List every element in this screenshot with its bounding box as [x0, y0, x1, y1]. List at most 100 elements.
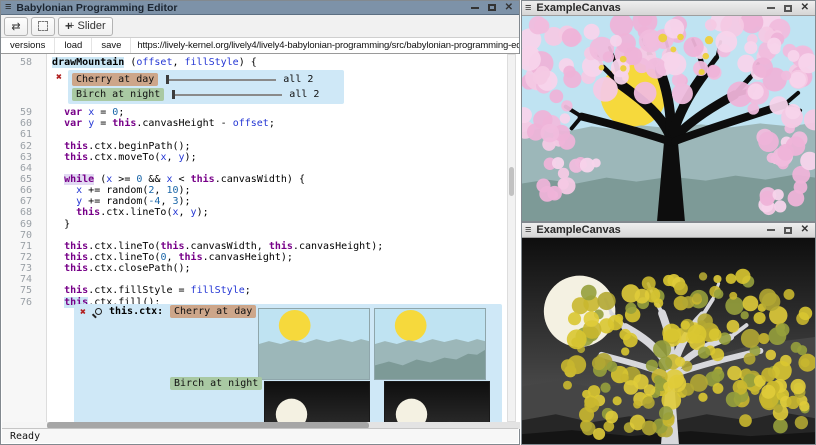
slider-value: all 2 [289, 89, 319, 100]
main-window-title: Babylonian Programming Editor [16, 2, 177, 14]
menu-icon[interactable]: ≡ [525, 224, 531, 237]
minimize-icon[interactable] [767, 7, 775, 9]
maximize-icon[interactable] [488, 4, 496, 11]
line-number: 60 [2, 118, 40, 129]
code-line-63[interactable]: 63 this.ctx.moveTo(x, y); [2, 152, 506, 163]
code-line-73[interactable]: 73 this.ctx.closePath(); [2, 263, 506, 274]
code-line-71[interactable]: 71 this.ctx.lineTo(this.canvasWidth, thi… [2, 241, 506, 252]
line-number: 68 [2, 207, 40, 218]
line-number: 75 [2, 285, 40, 296]
line-number: 66 [2, 185, 40, 196]
code-text: this.ctx.moveTo(x, y); [40, 152, 197, 163]
canvas-scene-cherry-day [522, 16, 815, 221]
line-number: 69 [2, 219, 40, 230]
canvas2-titlebar[interactable]: ≡ ExampleCanvas ✕ [522, 223, 815, 238]
code-line-69[interactable]: 69 } [2, 219, 506, 230]
line-number: 58 [2, 57, 40, 68]
code-text: this.ctx.lineTo(x, y); [40, 207, 209, 218]
line-number: 67 [2, 196, 40, 207]
code-text: while (x >= 0 && x < this.canvasWidth) { [40, 174, 305, 185]
selection-frame-icon [38, 21, 48, 31]
code-line-70[interactable]: 70 [2, 230, 506, 241]
code-line-72[interactable]: 72 this.ctx.lineTo(0, this.canvasHeight)… [2, 252, 506, 263]
line-number: 70 [2, 230, 40, 241]
remove-examples-icon[interactable]: ✖ [56, 72, 62, 83]
editor-toolbar: ⇄ ++ Slider [1, 15, 519, 38]
code-text: x += random(2, 10); [40, 185, 191, 196]
code-text: drawMountain (offset, fillStyle) { [40, 57, 257, 68]
probe-chip-cherry[interactable]: Cherry at day [170, 305, 256, 318]
code-line-75[interactable]: 75 this.ctx.fillStyle = fillStyle; [2, 285, 506, 296]
menu-icon[interactable]: ≡ [5, 1, 11, 14]
close-icon[interactable]: ✕ [801, 225, 809, 235]
code-line-64[interactable]: 64 [2, 163, 506, 174]
example-canvas-window-1: ≡ ExampleCanvas ✕ [521, 0, 816, 222]
remove-probe-icon[interactable]: ✖ [80, 307, 86, 318]
versions-button[interactable]: versions [1, 38, 55, 53]
example-slider[interactable] [172, 90, 282, 99]
probe-chip-birch[interactable]: Birch at night [170, 377, 262, 390]
probe-thumbnail-night-1[interactable] [264, 381, 370, 422]
line-number: 61 [2, 129, 40, 140]
line-number: 63 [2, 152, 40, 163]
code-line-60[interactable]: 60 var y = this.canvasHeight - offset; [2, 118, 506, 129]
example-canvas-window-2: ≡ ExampleCanvas ✕ [521, 222, 816, 445]
code-editor[interactable]: 58 drawMountain (offset, fillStyle) { ✖ … [2, 54, 520, 422]
line-number: 73 [2, 263, 40, 274]
line-number: 74 [2, 274, 40, 285]
code-line-61[interactable]: 61 [2, 129, 506, 140]
file-url[interactable]: https://lively-kernel.org/lively4/lively… [137, 40, 519, 51]
slider-track [175, 94, 282, 96]
selection-frame-button[interactable] [31, 17, 55, 36]
line-number: 76 [2, 297, 40, 308]
vertical-scrollbar-thumb[interactable] [509, 167, 514, 196]
main-titlebar[interactable]: ≡ Babylonian Programming Editor ✕ [1, 1, 519, 15]
canvas1-title: ExampleCanvas [536, 2, 620, 14]
maximize-icon[interactable] [784, 5, 792, 12]
line-number: 71 [2, 241, 40, 252]
menu-icon[interactable]: ≡ [525, 2, 531, 15]
line-number: 59 [2, 107, 40, 118]
code-text: var y = this.canvasHeight - offset; [40, 118, 275, 129]
close-icon[interactable]: ✕ [801, 3, 809, 13]
line-number: 62 [2, 141, 40, 152]
code-line-62[interactable]: 62 this.ctx.beginPath(); [2, 141, 506, 152]
probe-thumbnail-day-1[interactable] [258, 308, 370, 380]
magnifier-icon[interactable] [95, 308, 102, 315]
code-text: var x = 0; [40, 107, 124, 118]
code-line-67[interactable]: 67 y += random(-4, 3); [2, 196, 506, 207]
code-text: this.ctx.lineTo(0, this.canvasHeight); [40, 252, 293, 263]
code-text: this.ctx.closePath(); [40, 263, 191, 274]
add-slider-label: + Slider [68, 20, 106, 32]
slider-value: all 2 [283, 74, 313, 85]
code-text: y += random(-4, 3); [40, 196, 191, 207]
swap-arrows-button[interactable]: ⇄ [4, 17, 28, 36]
example-slider-row: Birch at night all 2 [72, 87, 340, 102]
maximize-icon[interactable] [784, 227, 792, 234]
code-line-68[interactable]: 68 this.ctx.lineTo(x, y); [2, 207, 506, 218]
babylonian-editor-window: ≡ Babylonian Programming Editor ✕ ⇄ ++ S… [0, 0, 520, 445]
vertical-scrollbar[interactable] [507, 54, 516, 422]
add-slider-button[interactable]: ++ Slider [58, 17, 113, 36]
status-bar: Ready [2, 428, 518, 443]
example-chip-birch[interactable]: Birch at night [72, 88, 164, 101]
load-button[interactable]: load [55, 38, 92, 53]
slider-track [169, 79, 276, 81]
status-text: Ready [10, 431, 40, 442]
minimize-icon[interactable] [471, 7, 479, 9]
example-slider[interactable] [166, 75, 276, 84]
probe-thumbnail-day-2[interactable] [374, 308, 486, 380]
example-chip-cherry[interactable]: Cherry at day [72, 73, 158, 86]
code-line-58[interactable]: 58 drawMountain (offset, fillStyle) { [2, 57, 506, 68]
probe-thumbnail-night-2[interactable] [384, 381, 490, 422]
code-line-59[interactable]: 59 var x = 0; [2, 107, 506, 118]
line-number: 64 [2, 163, 40, 174]
code-line-66[interactable]: 66 x += random(2, 10); [2, 185, 506, 196]
close-icon[interactable]: ✕ [505, 3, 513, 13]
save-button[interactable]: save [92, 38, 131, 53]
code-line-65[interactable]: 65 while (x >= 0 && x < this.canvasWidth… [2, 174, 506, 185]
canvas1-titlebar[interactable]: ≡ ExampleCanvas ✕ [522, 1, 815, 16]
code-line-74[interactable]: 74 [2, 274, 506, 285]
code-text: this.ctx.fillStyle = fillStyle; [40, 285, 251, 296]
minimize-icon[interactable] [767, 229, 775, 231]
